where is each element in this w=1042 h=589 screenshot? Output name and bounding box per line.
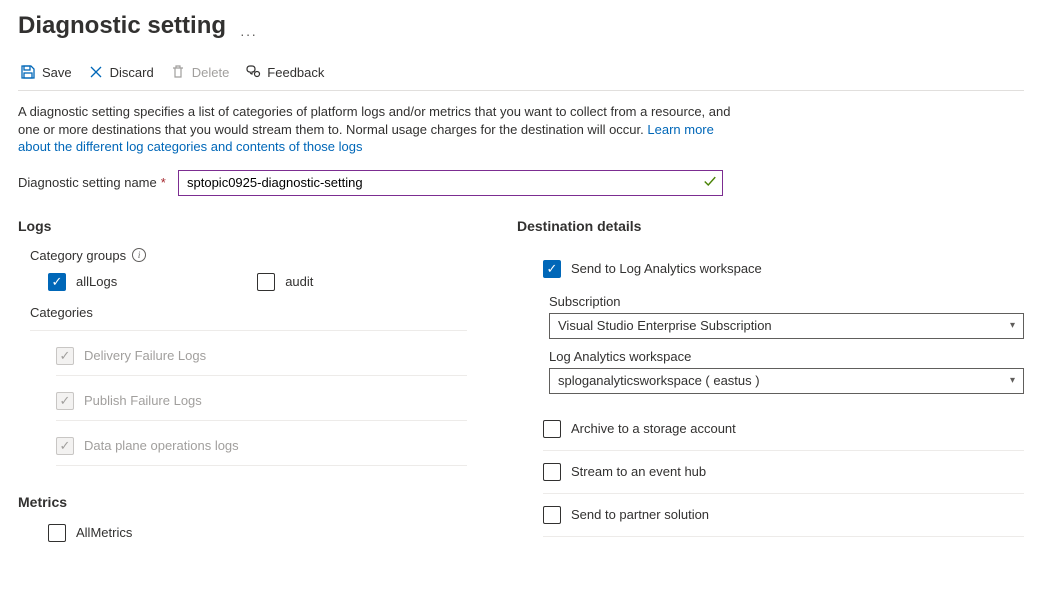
delivery-failure-label: Delivery Failure Logs: [84, 348, 206, 363]
feedback-button[interactable]: Feedback: [245, 64, 324, 80]
name-field-label: Diagnostic setting name: [18, 175, 157, 190]
workspace-value: sploganalyticsworkspace ( eastus ): [558, 373, 760, 388]
toolbar: Save Discard Delete Feedback: [18, 58, 1024, 91]
page-title: Diagnostic setting: [18, 12, 226, 40]
publish-failure-checkbox: ✓: [56, 392, 74, 410]
required-asterisk: *: [161, 175, 166, 190]
send-log-analytics-checkbox[interactable]: ✓: [543, 260, 561, 278]
feedback-icon: [245, 64, 261, 80]
alllogs-label: allLogs: [76, 274, 117, 289]
data-plane-ops-checkbox: ✓: [56, 437, 74, 455]
destination-heading: Destination details: [517, 218, 1024, 234]
logs-heading: Logs: [18, 218, 467, 234]
stream-eventhub-checkbox[interactable]: [543, 463, 561, 481]
discard-label: Discard: [110, 65, 154, 80]
delete-button: Delete: [170, 64, 230, 80]
more-actions-button[interactable]: ···: [240, 26, 257, 42]
feedback-label: Feedback: [267, 65, 324, 80]
delete-label: Delete: [192, 65, 230, 80]
valid-check-icon: [703, 174, 717, 191]
discard-icon: [88, 64, 104, 80]
send-partner-label: Send to partner solution: [571, 507, 709, 522]
workspace-select[interactable]: sploganalyticsworkspace ( eastus ) ▾: [549, 368, 1024, 394]
discard-button[interactable]: Discard: [88, 64, 154, 80]
delete-icon: [170, 64, 186, 80]
metrics-heading: Metrics: [18, 494, 467, 510]
alllogs-checkbox[interactable]: ✓: [48, 273, 66, 291]
delivery-failure-checkbox: ✓: [56, 347, 74, 365]
publish-failure-label: Publish Failure Logs: [84, 393, 202, 408]
categories-label: Categories: [30, 305, 467, 331]
info-icon[interactable]: i: [132, 248, 146, 262]
save-label: Save: [42, 65, 72, 80]
subscription-label: Subscription: [549, 294, 1024, 309]
save-icon: [20, 64, 36, 80]
send-partner-checkbox[interactable]: [543, 506, 561, 524]
workspace-label: Log Analytics workspace: [549, 349, 1024, 364]
chevron-down-icon: ▾: [1010, 375, 1015, 386]
audit-label: audit: [285, 274, 313, 289]
archive-storage-checkbox[interactable]: [543, 420, 561, 438]
data-plane-ops-label: Data plane operations logs: [84, 438, 239, 453]
intro-text: A diagnostic setting specifies a list of…: [18, 103, 738, 156]
stream-eventhub-label: Stream to an event hub: [571, 464, 706, 479]
allmetrics-label: AllMetrics: [76, 525, 132, 540]
category-groups-label: Category groups: [30, 248, 126, 263]
chevron-down-icon: ▾: [1010, 320, 1015, 331]
subscription-value: Visual Studio Enterprise Subscription: [558, 318, 772, 333]
save-button[interactable]: Save: [20, 64, 72, 80]
send-log-analytics-label: Send to Log Analytics workspace: [571, 261, 762, 276]
subscription-select[interactable]: Visual Studio Enterprise Subscription ▾: [549, 313, 1024, 339]
allmetrics-checkbox[interactable]: [48, 524, 66, 542]
archive-storage-label: Archive to a storage account: [571, 421, 736, 436]
audit-checkbox[interactable]: [257, 273, 275, 291]
diagnostic-setting-name-input[interactable]: [178, 170, 723, 196]
